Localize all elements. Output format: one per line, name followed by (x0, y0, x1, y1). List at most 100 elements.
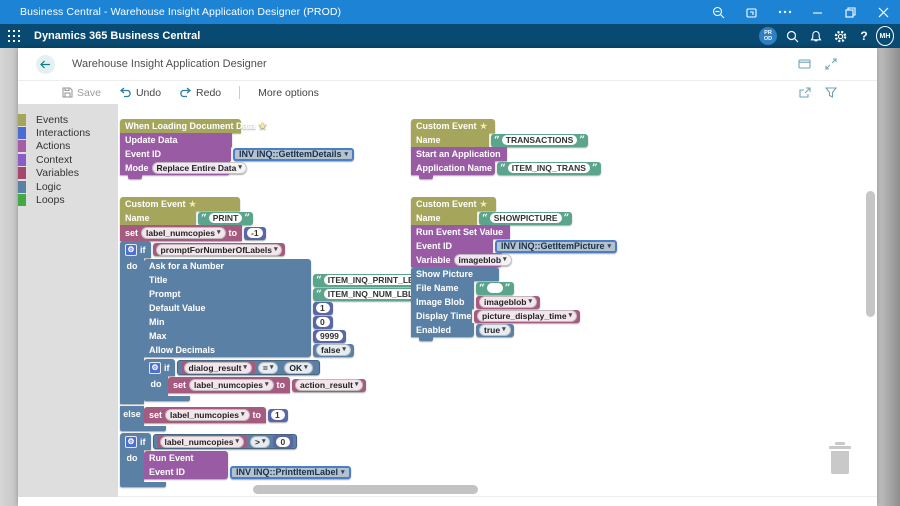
undo-button[interactable]: Undo (119, 87, 161, 99)
event-id-dropdown[interactable]: INV INQ::GetItemDetails (233, 148, 354, 161)
run-event-block[interactable]: Run Event Event ID INV INQ::PrintItemLab… (144, 451, 351, 479)
block-custom-event-transactions[interactable]: Custom Event Name TRANSACTIONS Start an … (411, 119, 601, 179)
toolbox-item-variables[interactable]: Variables (18, 167, 118, 180)
more-options-button[interactable]: More options (258, 87, 319, 99)
toolbox-item-events[interactable]: Events (18, 113, 118, 126)
toolbox-item-actions[interactable]: Actions (18, 140, 118, 153)
vertical-scrollbar[interactable] (866, 191, 875, 317)
text-value-block[interactable]: TRANSACTIONS (491, 134, 588, 147)
variable-value-block[interactable]: action_result (292, 379, 366, 392)
page-title: Warehouse Insight Application Designer (72, 58, 267, 70)
share-icon[interactable] (799, 87, 811, 98)
boolean-dropdown-block[interactable]: false (313, 344, 354, 357)
mutator-gear-icon[interactable] (125, 244, 137, 256)
mode-dropdown[interactable]: Replace Entire Data (152, 162, 247, 174)
variable-dropdown[interactable]: label_numcopies (189, 379, 273, 391)
toolbox-item-interactions[interactable]: Interactions (18, 126, 118, 139)
back-button[interactable] (36, 55, 55, 74)
text-value-block[interactable]: PRINT (198, 212, 253, 225)
block-when-loading-document-data[interactable]: When Loading Document Data Update Data E… (120, 119, 354, 179)
variable-dropdown[interactable]: label_numcopies (141, 227, 225, 239)
content-card: Warehouse Insight Application Designer S… (18, 48, 877, 506)
text-value-block[interactable] (476, 282, 514, 295)
zoom-out-icon[interactable] (702, 0, 735, 24)
result-dropdown-block[interactable]: OK (281, 361, 315, 374)
mutator-gear-icon[interactable] (149, 362, 161, 374)
undo-icon (119, 87, 132, 98)
block-custom-event-showpicture[interactable]: Custom Event Name SHOWPICTURE Run Event … (411, 197, 617, 341)
variables-color-chip (18, 167, 26, 179)
trash-icon[interactable] (826, 442, 854, 475)
boolean-dropdown-block[interactable]: true (476, 324, 514, 337)
toolbox-item-context[interactable]: Context (18, 153, 118, 166)
waffle-icon[interactable] (8, 30, 20, 42)
actions-color-chip (18, 140, 26, 152)
operator-dropdown[interactable]: = (258, 362, 278, 374)
fit-view-icon[interactable] (825, 58, 837, 70)
redo-button[interactable]: Redo (179, 87, 221, 99)
toolbar-divider (239, 86, 240, 99)
restore-icon[interactable] (834, 0, 867, 24)
toolbox-item-loops[interactable]: Loops (18, 193, 118, 206)
text-value-block[interactable]: ITEM_INQ_TRANS (497, 162, 601, 175)
star-icon (189, 199, 197, 210)
block-canvas[interactable]: When Loading Document Data Update Data E… (118, 104, 877, 497)
variable-value-block[interactable]: label_numcopies (157, 435, 247, 448)
horizontal-scrollbar[interactable] (253, 485, 478, 494)
window-title: Business Central - Warehouse Insight App… (20, 6, 341, 18)
loops-color-chip (18, 194, 26, 206)
variable-value-block[interactable]: dialog_result (181, 361, 255, 374)
bell-icon[interactable] (804, 24, 828, 48)
variable-dropdown[interactable]: label_numcopies (165, 409, 249, 421)
number-value-block[interactable]: -1 (244, 227, 266, 240)
minimize-icon[interactable] (801, 0, 834, 24)
page-header: Warehouse Insight Application Designer (18, 48, 877, 80)
variable-value-block[interactable]: promptForNumberOfLabels (153, 243, 286, 256)
logic-color-chip (18, 181, 26, 193)
save-button[interactable]: Save (62, 87, 101, 99)
compare-block[interactable]: dialog_result = OK (177, 360, 320, 375)
if-block-numcopies[interactable]: if label_numcopies > 0 do Run Event (120, 433, 469, 487)
variable-value-block[interactable]: imageblob (476, 296, 540, 309)
event-id-dropdown[interactable]: INV INQ::GetItemPicture (495, 240, 617, 253)
toolbox-item-logic[interactable]: Logic (18, 180, 118, 193)
star-icon (259, 121, 267, 132)
save-icon (62, 87, 73, 98)
user-menu[interactable]: MH (876, 24, 900, 48)
text-value-block[interactable]: SHOWPICTURE (479, 212, 572, 225)
titlebar-controls (702, 0, 900, 24)
variable-value-block[interactable]: picture_display_time (474, 310, 580, 323)
redo-icon (179, 87, 192, 98)
event-id-dropdown[interactable]: INV INQ::PrintItemLabel (230, 466, 351, 479)
number-value-block[interactable]: 1 (268, 409, 288, 422)
appbar-controls: PR OD ? MH (756, 24, 900, 48)
number-value-block[interactable]: 9999 (313, 330, 346, 343)
number-value-block[interactable]: 1 (313, 302, 333, 315)
more-icon[interactable] (768, 0, 801, 24)
designer-workspace: Events Interactions Actions Context Vari… (18, 104, 877, 497)
avatar: MH (876, 26, 894, 46)
search-icon[interactable] (780, 24, 804, 48)
open-in-window-icon[interactable] (798, 58, 811, 70)
screen: Business Central - Warehouse Insight App… (0, 0, 900, 506)
environment-badge[interactable]: PR OD (756, 24, 780, 48)
env-badge-line2: OD (764, 36, 772, 42)
operator-dropdown[interactable]: > (250, 436, 270, 448)
product-name[interactable]: Dynamics 365 Business Central (34, 30, 200, 42)
filter-icon[interactable] (825, 87, 837, 98)
gear-icon[interactable] (828, 24, 852, 48)
variable-dropdown[interactable]: imageblob (454, 254, 512, 266)
events-color-chip (18, 114, 26, 126)
context-color-chip (18, 154, 26, 166)
close-icon[interactable] (867, 0, 900, 24)
if-block-dialog-result[interactable]: if dialog_result = OK do (144, 359, 469, 401)
mutator-gear-icon[interactable] (125, 436, 137, 448)
compare-block[interactable]: label_numcopies > 0 (153, 434, 298, 449)
number-value-block[interactable]: 0 (273, 435, 293, 448)
star-icon (480, 199, 488, 210)
window-titlebar: Business Central - Warehouse Insight App… (0, 0, 900, 24)
number-value-block[interactable]: 0 (313, 316, 333, 329)
popout-icon[interactable] (735, 0, 768, 24)
block-toolbox: Events Interactions Actions Context Vari… (18, 104, 118, 497)
help-icon[interactable]: ? (852, 24, 876, 48)
